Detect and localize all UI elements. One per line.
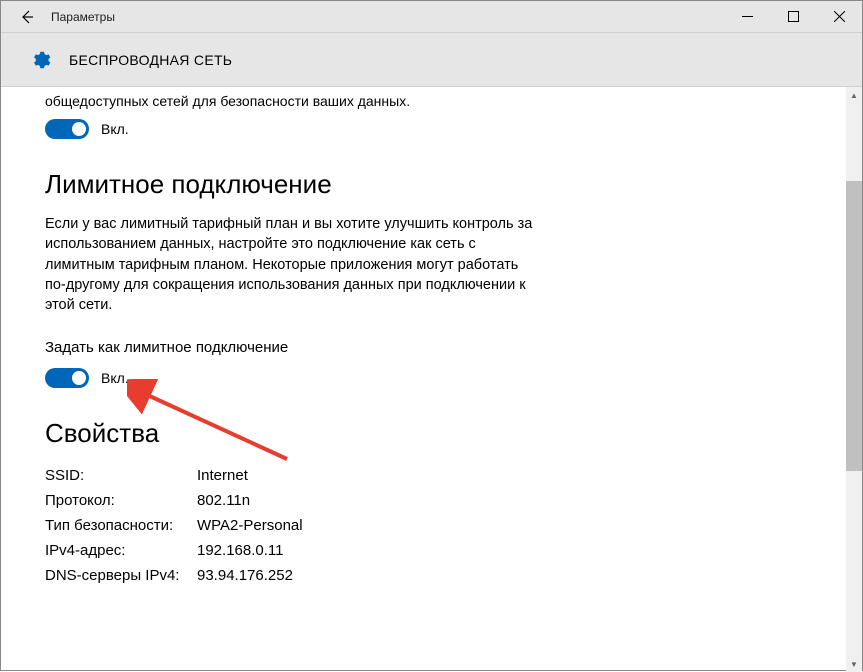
section-heading-properties: Свойства [45,418,541,449]
toggle-row-metered: Вкл. [45,368,541,388]
partial-text: общедоступных сетей для безопасности ваш… [45,93,541,109]
toggle-metered[interactable] [45,368,89,388]
page-header: БЕСПРОВОДНАЯ СЕТЬ [1,33,862,87]
table-row: SSID: Internet [45,463,541,488]
prop-label: IPv4-адрес: [45,542,197,559]
prop-value: 802.11n [197,492,250,509]
table-row: IPv4-адрес: 192.168.0.11 [45,538,541,563]
titlebar: Параметры [1,1,862,33]
table-row: Протокол: 802.11n [45,488,541,513]
prop-value: Internet [197,467,248,484]
prop-value: WPA2-Personal [197,517,303,534]
minimize-icon [742,11,753,22]
scroll-down-arrow[interactable]: ▼ [846,656,862,672]
minimize-button[interactable] [724,1,770,32]
arrow-left-icon [19,9,35,25]
toggle-public-network[interactable] [45,119,89,139]
maximize-button[interactable] [770,1,816,32]
toggle-row-public-network: Вкл. [45,119,541,139]
maximize-icon [788,11,799,22]
scroll-up-arrow[interactable]: ▲ [846,87,862,103]
prop-label: SSID: [45,467,197,484]
close-icon [834,11,845,22]
prop-label: DNS-серверы IPv4: [45,567,197,584]
window-controls [724,1,862,32]
table-row: Тип безопасности: WPA2-Personal [45,513,541,538]
toggle-label: Вкл. [101,370,129,386]
back-button[interactable] [7,1,47,33]
content-area: общедоступных сетей для безопасности ваш… [1,87,561,598]
window-title: Параметры [51,10,115,24]
properties-table: SSID: Internet Протокол: 802.11n Тип без… [45,463,541,588]
prop-value: 93.94.176.252 [197,567,293,584]
scrollbar-thumb[interactable] [846,181,862,471]
metered-sub-label: Задать как лимитное подключение [45,339,541,356]
prop-value: 192.168.0.11 [197,542,283,559]
table-row: DNS-серверы IPv4: 93.94.176.252 [45,563,541,588]
section-heading-metered: Лимитное подключение [45,169,541,200]
scrollbar-track[interactable]: ▲ ▼ [846,87,862,672]
gear-icon [29,49,51,71]
close-button[interactable] [816,1,862,32]
page-title: БЕСПРОВОДНАЯ СЕТЬ [69,52,232,68]
prop-label: Тип безопасности: [45,517,197,534]
metered-description: Если у вас лимитный тарифный план и вы х… [45,214,541,315]
toggle-label: Вкл. [101,121,129,137]
prop-label: Протокол: [45,492,197,509]
